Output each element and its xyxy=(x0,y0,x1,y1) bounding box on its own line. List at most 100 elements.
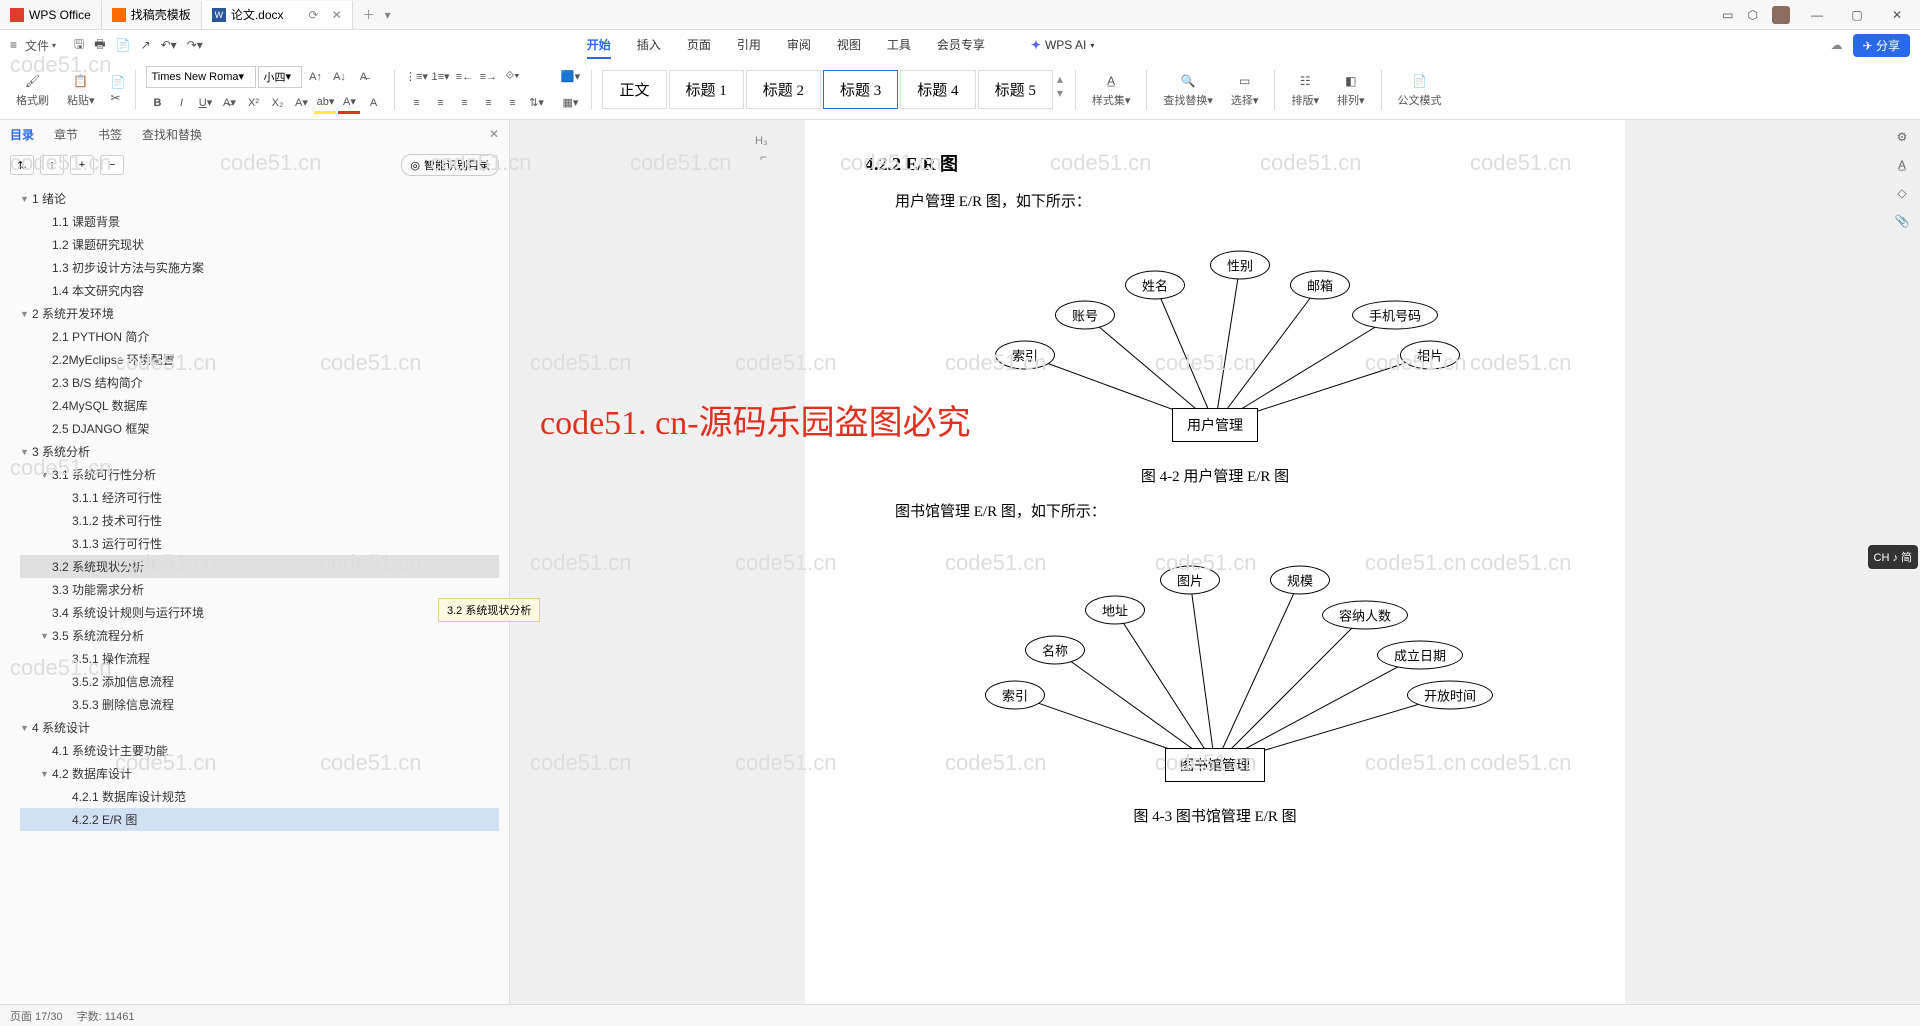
side-tab-bookmark[interactable]: 书签 xyxy=(98,126,122,143)
save-icon[interactable]: 🖫 xyxy=(74,35,84,56)
toc-item[interactable]: 2.5 DJANGO 框架 xyxy=(20,417,499,440)
toc-item[interactable]: 4.2.1 数据库设计规范 xyxy=(20,785,499,808)
side-tab-find[interactable]: 查找和替换 xyxy=(142,126,202,143)
toc-item[interactable]: 3.1.1 经济可行性 xyxy=(20,486,499,509)
shading-button[interactable]: 🟦▾ xyxy=(559,66,581,88)
font-name-select[interactable]: Times New Roma▾ xyxy=(146,66,256,88)
toc-item[interactable]: 2.4MySQL 数据库 xyxy=(20,394,499,417)
align-left-button[interactable]: ≡ xyxy=(405,92,427,114)
wps-ai-button[interactable]: ✦ WPS AI▾ xyxy=(1031,32,1094,59)
maximize-button[interactable]: ▢ xyxy=(1844,8,1870,22)
increase-font-icon[interactable]: A↑ xyxy=(304,66,326,88)
style-h5[interactable]: 标题 5 xyxy=(978,70,1053,109)
toc-item[interactable]: 2.1 PYTHON 简介 xyxy=(20,325,499,348)
status-words[interactable]: 字数: 11461 xyxy=(77,1008,135,1024)
print-icon[interactable]: 🖶 xyxy=(94,35,105,56)
toc-item[interactable]: 3.5.2 添加信息流程 xyxy=(20,670,499,693)
tab-start[interactable]: 开始 xyxy=(587,32,611,59)
close-button[interactable]: ✕ xyxy=(1884,8,1910,22)
toc-item[interactable]: 3.1.3 运行可行性 xyxy=(20,532,499,555)
tab-page[interactable]: 页面 xyxy=(687,32,711,59)
side-tab-toc[interactable]: 目录 xyxy=(10,126,34,143)
toc-item[interactable]: 1.2 课题研究现状 xyxy=(20,233,499,256)
toc-item[interactable]: 4.1 系统设计主要功能 xyxy=(20,739,499,762)
rail-shape-icon[interactable]: ◇ xyxy=(1897,186,1906,200)
close-icon[interactable]: ✕ xyxy=(332,8,342,22)
bold-button[interactable]: B xyxy=(146,92,168,114)
ruler-tab-icon[interactable]: ⌐ xyxy=(760,150,767,164)
share-button[interactable]: ✈ 分享 xyxy=(1853,34,1910,57)
toc-item[interactable]: 3.5.3 删除信息流程 xyxy=(20,693,499,716)
ime-badge[interactable]: CH ♪ 简 xyxy=(1868,545,1919,569)
paste-group[interactable]: 📋 粘贴▾ xyxy=(61,72,101,108)
document-area[interactable]: H₃ ⌐ 4.2.2 E/R 图 用户管理 E/R 图，如下所示： 索引 账号 … xyxy=(510,120,1920,1006)
sidebar-close-icon[interactable]: ✕ xyxy=(489,127,499,141)
underline-button[interactable]: U▾ xyxy=(194,92,216,114)
undo-icon[interactable]: ↶▾ xyxy=(161,38,177,52)
toc-item[interactable]: 3.1.2 技术可行性 xyxy=(20,509,499,532)
tab-dropdown-icon[interactable]: ▾ xyxy=(385,8,391,22)
tab-review[interactable]: 审阅 xyxy=(787,32,811,59)
style-h4[interactable]: 标题 4 xyxy=(900,70,975,109)
bullet-list-button[interactable]: ⋮≡▾ xyxy=(405,66,427,88)
line-spacing-button[interactable]: ⇅▾ xyxy=(525,92,547,114)
tab-reference[interactable]: 引用 xyxy=(737,32,761,59)
redo-icon[interactable]: ↷▾ xyxy=(187,38,203,52)
toc-item[interactable]: ▼4.2 数据库设计 xyxy=(20,762,499,785)
minimize-button[interactable]: — xyxy=(1804,8,1830,22)
font-color-button[interactable]: A▾ xyxy=(338,92,360,114)
tab-insert[interactable]: 插入 xyxy=(637,32,661,59)
toc-item[interactable]: 3.3 功能需求分析 xyxy=(20,578,499,601)
toc-item[interactable]: ▼1 绪论 xyxy=(20,187,499,210)
distribute-button[interactable]: ≡ xyxy=(501,92,523,114)
highlight-button[interactable]: ab▾ xyxy=(314,92,336,114)
side-tab-chapter[interactable]: 章节 xyxy=(54,126,78,143)
layout-v-button[interactable]: ☷排版▾ xyxy=(1285,72,1325,108)
layout-h-button[interactable]: ◧排列▾ xyxy=(1331,72,1371,108)
tab-member[interactable]: 会员专享 xyxy=(937,32,985,59)
style-h2[interactable]: 标题 2 xyxy=(746,70,821,109)
select-button[interactable]: ▭选择▾ xyxy=(1225,72,1265,108)
superscript-button[interactable]: X² xyxy=(242,92,264,114)
export-icon[interactable]: ↗ xyxy=(141,38,151,52)
tab-tools[interactable]: 工具 xyxy=(887,32,911,59)
rail-clip-icon[interactable]: 📎 xyxy=(1895,214,1910,228)
align-justify-button[interactable]: ≡ xyxy=(477,92,499,114)
toc-item[interactable]: 2.2MyEclipse 环境配置 xyxy=(20,348,499,371)
decrease-font-icon[interactable]: A↓ xyxy=(328,66,350,88)
increase-indent-button[interactable]: ≡→ xyxy=(477,66,499,88)
collapse-toggle-button[interactable]: ⇅ xyxy=(10,155,34,175)
style-h3[interactable]: 标题 3 xyxy=(823,70,898,109)
rail-settings-icon[interactable]: ⚙ xyxy=(1897,130,1908,144)
toc-item[interactable]: 3.2 系统现状分析 xyxy=(20,555,499,578)
toc-item[interactable]: ▼2 系统开发环境 xyxy=(20,302,499,325)
app-tab-document[interactable]: W 论文.docx ⟳ ✕ xyxy=(202,1,353,29)
tab-view[interactable]: 视图 xyxy=(837,32,861,59)
rail-style-icon[interactable]: A̲ xyxy=(1898,158,1906,172)
decrease-indent-button[interactable]: ≡← xyxy=(453,66,475,88)
toc-item[interactable]: ▼3 系统分析 xyxy=(20,440,499,463)
align-center-button[interactable]: ≡ xyxy=(429,92,451,114)
toc-item[interactable]: ▼4 系统设计 xyxy=(20,716,499,739)
remove-button[interactable]: − xyxy=(100,155,124,175)
border-button[interactable]: ▦▾ xyxy=(559,92,581,114)
print-preview-icon[interactable]: 📄 xyxy=(116,38,131,52)
style-body[interactable]: 正文 xyxy=(602,70,666,109)
cloud-icon[interactable]: ☁ xyxy=(1831,38,1843,52)
app-tab-template[interactable]: 找稿壳模板 xyxy=(102,1,202,29)
smart-toc-button[interactable]: ◎智能识别目录 xyxy=(401,154,499,176)
sort-button[interactable]: ⟐▾ xyxy=(501,66,523,88)
char-border-button[interactable]: A xyxy=(362,92,384,114)
toc-item[interactable]: 4.2.2 E/R 图 xyxy=(20,808,499,831)
toc-item[interactable]: 2.3 B/S 结构简介 xyxy=(20,371,499,394)
status-page[interactable]: 页面 17/30 xyxy=(10,1008,63,1024)
avatar-icon[interactable] xyxy=(1772,6,1790,24)
menu-icon[interactable]: ≡ xyxy=(10,38,17,52)
toc-item[interactable]: 1.3 初步设计方法与实施方案 xyxy=(20,256,499,279)
subscript-button[interactable]: X₂ xyxy=(266,92,288,114)
toc-item[interactable]: 3.5.1 操作流程 xyxy=(20,647,499,670)
style-up-icon[interactable]: ▴ xyxy=(1057,72,1063,86)
gov-mode-button[interactable]: 📄公文模式 xyxy=(1392,72,1448,108)
cut-icon[interactable]: ✂ xyxy=(111,91,126,105)
strike-button[interactable]: A̶▾ xyxy=(218,92,240,114)
